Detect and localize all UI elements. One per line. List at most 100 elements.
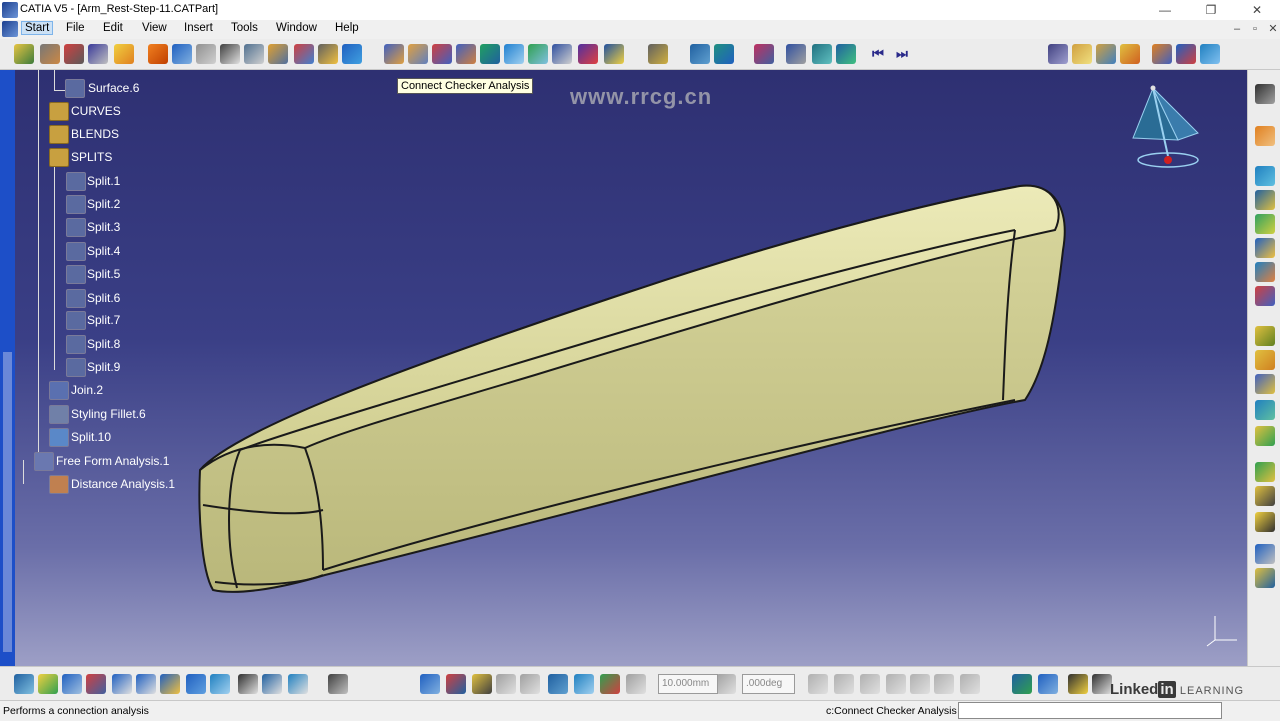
net-surface-icon[interactable] — [294, 44, 314, 64]
cube-icon[interactable] — [342, 44, 362, 64]
document-icon[interactable] — [2, 21, 18, 37]
dynamic-sketch-icon[interactable] — [574, 674, 594, 694]
rotate-icon[interactable] — [86, 674, 106, 694]
distance-analysis-icon[interactable] — [408, 44, 428, 64]
filter-icon[interactable] — [812, 44, 832, 64]
command-input[interactable] — [958, 702, 1222, 719]
extract-icon[interactable] — [1176, 44, 1196, 64]
menu-window[interactable]: Window — [276, 22, 317, 34]
grid-display-icon[interactable] — [910, 674, 930, 694]
wireframe-tool-icon[interactable] — [1096, 44, 1116, 64]
angle-field[interactable]: .000deg — [742, 674, 795, 694]
step-options-icon[interactable] — [716, 674, 736, 694]
reflect-lines-icon[interactable] — [480, 44, 500, 64]
projection-icon[interactable] — [1255, 400, 1275, 420]
zoom-in-icon[interactable] — [112, 674, 132, 694]
trim-icon[interactable] — [1200, 44, 1220, 64]
zoom-out-icon[interactable] — [136, 674, 156, 694]
law-icon[interactable] — [1255, 568, 1275, 588]
axis-system-icon[interactable] — [318, 44, 338, 64]
isophotes-icon[interactable] — [648, 44, 668, 64]
pointer-icon[interactable] — [1255, 126, 1275, 146]
globe-icon[interactable] — [836, 44, 856, 64]
highlight-lines-icon[interactable] — [528, 44, 548, 64]
snowflake-icon[interactable] — [1255, 544, 1275, 564]
select-icon[interactable] — [1255, 84, 1275, 104]
fast-forward-icon[interactable]: ⏭ — [892, 44, 912, 64]
close-button[interactable]: ✕ — [1234, 0, 1280, 20]
environment-icon[interactable] — [690, 44, 710, 64]
match-surface-icon[interactable] — [268, 44, 288, 64]
work-on-support-icon[interactable] — [520, 674, 540, 694]
layer-icon[interactable] — [1255, 462, 1275, 482]
menu-tools[interactable]: Tools — [231, 22, 258, 34]
revolve-icon[interactable] — [1255, 262, 1275, 282]
intersection-icon[interactable] — [1255, 426, 1275, 446]
scrollbar-thumb[interactable] — [3, 352, 12, 652]
step-icon[interactable] — [626, 674, 646, 694]
doc-close-button[interactable]: ✕ — [1264, 20, 1280, 38]
doc-minimize-button[interactable]: – — [1228, 20, 1246, 38]
surface-tool-icon[interactable] — [1255, 166, 1275, 186]
cutting-plane-icon[interactable] — [456, 44, 476, 64]
menu-file[interactable]: File — [66, 22, 85, 34]
point-icon[interactable] — [1255, 374, 1275, 394]
tree-scrollbar[interactable] — [0, 70, 15, 666]
styling-fillet-icon[interactable] — [220, 44, 240, 64]
compass-manip-icon[interactable] — [786, 44, 806, 64]
swap-visible-space-icon[interactable] — [288, 674, 308, 694]
fillet-icon[interactable] — [1255, 238, 1275, 258]
snap-icon[interactable] — [88, 44, 108, 64]
blend-icon[interactable] — [196, 44, 216, 64]
mapping-icon[interactable] — [714, 44, 734, 64]
pan-icon[interactable] — [62, 674, 82, 694]
apply-material-icon[interactable] — [1012, 674, 1032, 694]
normal-view-icon[interactable] — [160, 674, 180, 694]
extrapolate-icon[interactable] — [1255, 214, 1275, 234]
grid-snap-icon[interactable] — [934, 674, 954, 694]
step-field[interactable]: 10.000mm — [658, 674, 718, 694]
snap-grid-icon[interactable] — [496, 674, 516, 694]
measure-icon[interactable] — [1255, 486, 1275, 506]
selection-trap-icon[interactable] — [1092, 674, 1112, 694]
light-source-icon[interactable] — [604, 44, 624, 64]
draft-analysis-icon[interactable] — [578, 44, 598, 64]
menu-start[interactable]: Start — [21, 21, 54, 35]
extrude-icon[interactable] — [148, 44, 168, 64]
edit-curve-icon[interactable] — [834, 674, 854, 694]
hide-show-icon[interactable] — [262, 674, 282, 694]
control-point-icon[interactable] — [446, 674, 466, 694]
menu-edit[interactable]: Edit — [103, 22, 123, 34]
doc-restore-button[interactable]: ▫ — [1246, 20, 1264, 38]
control-points-icon[interactable] — [64, 44, 84, 64]
compass-icon[interactable] — [1123, 78, 1213, 178]
catia-app-icon[interactable] — [2, 2, 18, 18]
offset-icon[interactable] — [172, 44, 192, 64]
maximize-button[interactable]: ❐ — [1188, 0, 1234, 20]
multi-view-icon[interactable] — [186, 674, 206, 694]
surfacic-curvature-icon[interactable] — [552, 44, 572, 64]
menu-insert[interactable]: Insert — [184, 22, 213, 34]
shading-icon[interactable] — [238, 674, 258, 694]
dashboard-icon[interactable] — [754, 44, 774, 64]
gear-icon[interactable] — [1038, 674, 1058, 694]
fill-icon[interactable] — [244, 44, 264, 64]
capture-icon[interactable] — [328, 674, 348, 694]
operations-tool-icon[interactable] — [1120, 44, 1140, 64]
rewind-icon[interactable]: ⏮ — [868, 44, 888, 64]
whats-this-icon[interactable] — [114, 44, 134, 64]
iso-view-icon[interactable] — [210, 674, 230, 694]
plane-icon[interactable] — [1255, 326, 1275, 346]
minimize-button[interactable]: — — [1142, 0, 1188, 20]
inflection-lines-icon[interactable] — [504, 44, 524, 64]
menu-help[interactable]: Help — [335, 22, 359, 34]
grid-icon[interactable] — [886, 674, 906, 694]
fly-mode-icon[interactable] — [14, 674, 34, 694]
solid-icon[interactable] — [1255, 512, 1275, 532]
deviation-icon[interactable] — [600, 674, 620, 694]
menu-view[interactable]: View — [142, 22, 167, 34]
manipulator-icon[interactable] — [420, 674, 440, 694]
patch-icon[interactable] — [1255, 190, 1275, 210]
connect-checker-icon[interactable] — [384, 44, 404, 64]
transform-icon[interactable] — [1152, 44, 1172, 64]
